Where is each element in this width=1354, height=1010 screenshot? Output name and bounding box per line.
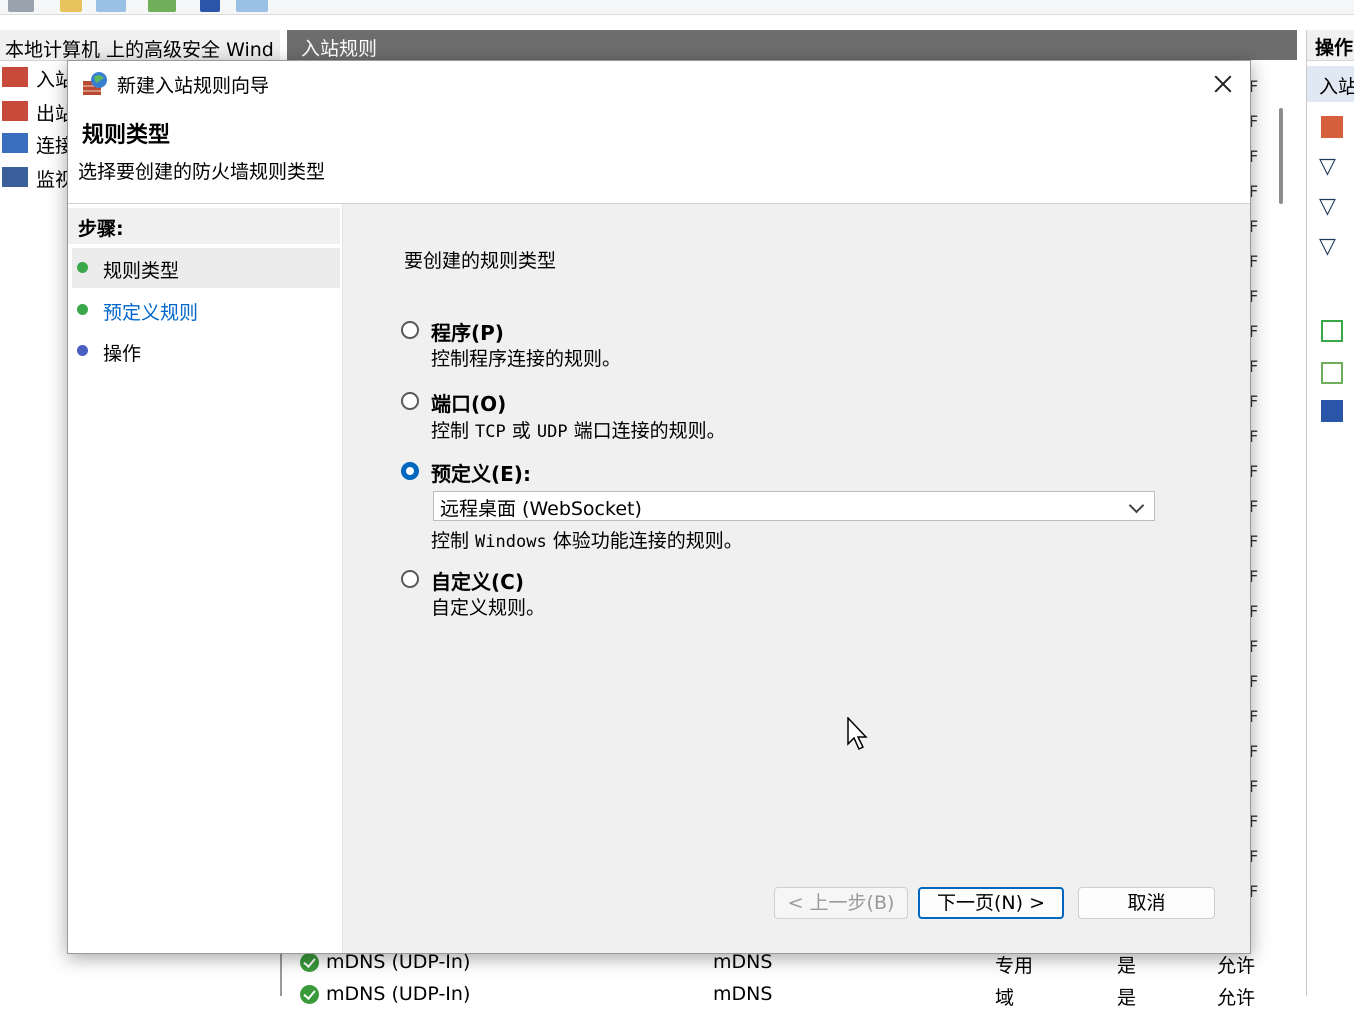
rule-action: 允许 [1217,987,1256,1009]
back-button[interactable]: < 上一步(B) [774,887,908,919]
option-label[interactable]: 端口(O) [431,388,506,417]
help-icon[interactable] [1321,400,1343,422]
filter-by-state-icon[interactable]: ▽ [1319,194,1336,219]
actions-header-label: 操作 [1315,37,1354,59]
option-description: 控制程序连接的规则。 [431,348,622,370]
next-button[interactable]: 下一页(N) > [918,887,1064,919]
page-title: 规则类型 [82,123,171,148]
step-predefined-rules[interactable]: 预定义规则 [72,290,340,330]
steps-panel: 步骤: 规则类型 预定义规则 操作 [68,204,343,953]
new-inbound-rule-wizard: 新建入站规则向导 规则类型 选择要创建的防火墙规则类型 步骤: 规则类型 预定义… [67,60,1251,954]
mouse-cursor-icon [847,717,868,751]
step-label: 预定义规则 [103,302,199,324]
folder-icon[interactable] [60,0,82,12]
back-arrow-icon[interactable] [8,0,34,12]
tree-header: 本地计算机 上的高级安全 Wind [0,30,280,61]
cancel-button[interactable]: 取消 [1078,887,1215,919]
connection-security-icon [2,133,28,153]
step-dot-icon [77,304,88,315]
rule-profile: 域 [995,987,1015,1009]
actions-subheader-label: 入站 [1319,76,1354,98]
filter-by-profile-icon[interactable]: ▽ [1319,154,1336,179]
close-icon[interactable] [1206,67,1240,101]
rule-profile: 专用 [995,955,1034,977]
chevron-down-icon[interactable] [1128,497,1145,514]
steps-title-label: 步骤: [78,218,124,240]
firewall-globe-icon [83,72,107,95]
rules-scrollbar-thumb[interactable] [1279,108,1283,204]
predefined-rule-select[interactable]: 远程桌面 (WebSocket) [433,491,1155,521]
tree-item-connection[interactable]: 连接 [0,128,74,158]
export-list-icon[interactable] [1321,362,1343,384]
rule-group: mDNS [713,983,773,1005]
rule-enabled: 是 [1117,987,1137,1009]
option-label[interactable]: 预定义(E): [431,458,531,487]
rule-action: 允许 [1217,955,1256,977]
option-label[interactable]: 自定义(C) [431,566,524,595]
wizard-content: 要创建的规则类型 程序(P) 控制程序连接的规则。 端口(O) 控制 TCP 或… [348,204,1250,953]
new-rule-icon[interactable] [1321,116,1343,138]
step-label: 操作 [103,343,142,365]
mmc-toolbar [0,0,1354,15]
actions-pane: 操作 入站 ▽ ▽ ▽ [1306,30,1354,996]
step-dot-icon [77,345,88,356]
rule-group: mDNS [713,951,773,973]
step-rule-type[interactable]: 规则类型 [72,248,340,288]
refresh-icon[interactable] [1321,320,1343,342]
rule-name: mDNS (UDP-In) [326,951,471,973]
program-radio[interactable] [401,321,419,339]
enabled-check-icon [300,953,319,972]
option-description: 控制 Windows 体验功能连接的规则。 [431,530,743,552]
table-row[interactable]: mDNS (UDP-In) mDNS 域 是 允许 [300,980,1280,1010]
help-icon[interactable] [200,0,220,12]
tree-item-monitor[interactable]: 监视 [0,162,74,192]
center-pane-title: 入站规则 [301,38,378,60]
dialog-title: 新建入站规则向导 [117,75,270,97]
actions-header: 操作 [1307,30,1354,61]
port-radio[interactable] [401,392,419,410]
filter-by-group-icon[interactable]: ▽ [1319,234,1336,259]
step-label: 规则类型 [103,260,180,282]
option-description: 控制 TCP 或 UDP 端口连接的规则。 [431,420,726,442]
custom-radio[interactable] [401,570,419,588]
show-tree-icon[interactable] [96,0,126,12]
predefined-radio[interactable] [401,462,419,480]
steps-title: 步骤: [68,208,340,244]
firewall-inbound-icon [2,67,28,87]
dialog-header: 规则类型 选择要创建的防火墙规则类型 [68,107,1250,204]
tree-header-label: 本地计算机 上的高级安全 Wind [5,39,274,61]
export-icon[interactable] [148,0,176,12]
predefined-rule-value: 远程桌面 (WebSocket) [440,498,642,520]
monitor-icon [2,167,28,187]
rule-type-prompt: 要创建的规则类型 [404,250,557,272]
firewall-outbound-icon [2,101,28,121]
rule-name: mDNS (UDP-In) [326,983,471,1005]
tree-item-inbound[interactable]: 入站 [0,62,74,92]
page-subtitle: 选择要创建的防火墙规则类型 [78,161,326,183]
tree-item-outbound[interactable]: 出站 [0,96,74,126]
step-dot-icon [77,262,88,273]
option-description: 自定义规则。 [431,597,546,619]
step-action[interactable]: 操作 [72,331,340,371]
action-pane-icon[interactable] [236,0,268,12]
rule-enabled: 是 [1117,955,1137,977]
center-pane-header: 入站规则 [287,30,1297,60]
dialog-titlebar: 新建入站规则向导 [68,61,1250,107]
option-label[interactable]: 程序(P) [431,317,504,346]
enabled-check-icon [300,985,319,1004]
actions-subheader[interactable]: 入站 [1307,66,1354,102]
